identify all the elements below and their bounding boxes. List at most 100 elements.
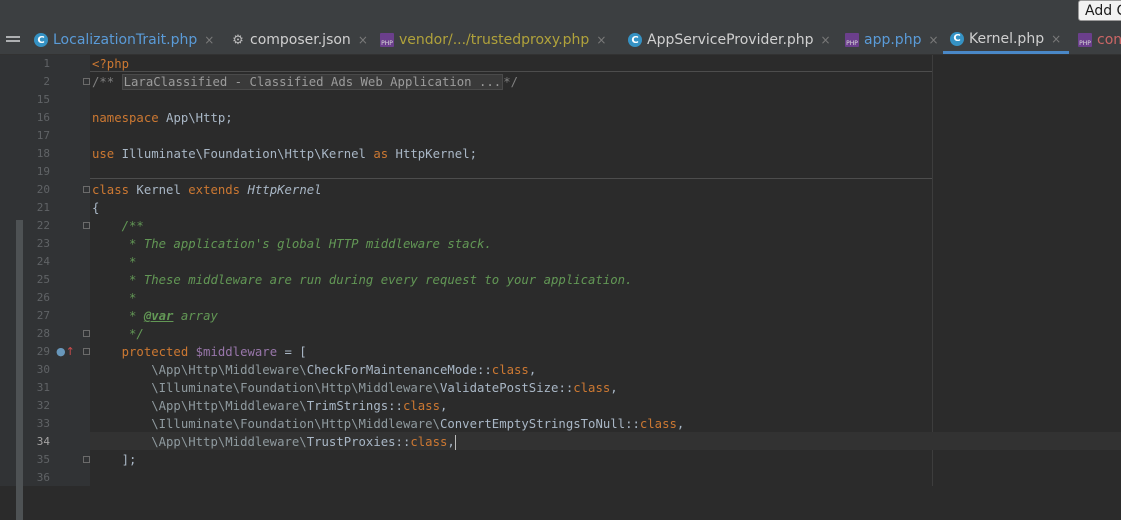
code-token: class: [639, 417, 677, 431]
code-token: \App\Http\Middleware\: [92, 363, 307, 377]
overrides-method-icon[interactable]: ●↑: [56, 345, 75, 358]
tab-con[interactable]: PHP con: [1078, 26, 1121, 54]
json-icon: ⚙: [232, 32, 244, 48]
code-token: class: [573, 381, 611, 395]
close-tab-icon[interactable]: ×: [928, 33, 938, 47]
fold-marker-icon[interactable]: [83, 78, 90, 85]
fold-marker-icon[interactable]: [83, 348, 90, 355]
code-line: ];: [92, 451, 137, 469]
line-number: 29: [36, 345, 50, 358]
code-line: *: [92, 289, 136, 307]
editor-tab-bar: C LocalizationTrait.php × ⚙ composer.jso…: [0, 26, 1121, 55]
code-token: */: [503, 75, 519, 89]
tab-label: con: [1097, 32, 1121, 48]
fold-marker-icon[interactable]: [83, 186, 90, 193]
code-line: \App\Http\Middleware\TrustProxies::class…: [92, 433, 456, 451]
code-line: <?php: [92, 55, 129, 73]
line-number: 23: [36, 237, 50, 250]
tab-label: LocalizationTrait.php: [53, 32, 198, 48]
tab-appserviceprovider[interactable]: C AppServiceProvider.php ×: [628, 26, 831, 54]
code-token: {: [92, 201, 100, 215]
code-line: class Kernel extends HttpKernel: [92, 181, 322, 199]
code-token: ,: [439, 399, 448, 413]
line-number: 28: [36, 327, 50, 340]
code-token: <?php: [92, 57, 130, 71]
code-token: class: [402, 399, 440, 413]
close-tab-icon[interactable]: ×: [596, 33, 606, 47]
code-token: class: [410, 435, 448, 449]
tab-label: vendor/.../trustedproxy.php: [399, 32, 590, 48]
code-token: ,: [676, 417, 685, 431]
code-token: \Illuminate\Foundation\Http\Middleware\: [92, 381, 440, 395]
code-token: ::: [558, 381, 574, 395]
class-icon: C: [950, 31, 964, 46]
code-token: HttpKernel: [247, 183, 322, 197]
line-number: 25: [36, 273, 50, 286]
tab-localizationtrait[interactable]: C LocalizationTrait.php ×: [34, 26, 214, 54]
code-token: Kernel: [129, 183, 189, 197]
line-number: 30: [36, 363, 50, 376]
line-number: 16: [36, 111, 50, 124]
text-cursor: [454, 435, 456, 450]
code-token: TrustProxies: [306, 435, 396, 449]
code-line: namespace App\Http;: [92, 109, 233, 127]
line-number: 21: [36, 201, 50, 214]
code-token: \Illuminate\Foundation\Http\Middleware\: [92, 417, 440, 431]
php-file-icon: PHP: [1078, 33, 1092, 47]
line-number: 34: [36, 435, 50, 448]
line-number: 17: [36, 129, 50, 142]
line-number: 33: [36, 417, 50, 430]
tab-label: app.php: [864, 32, 922, 48]
code-editor[interactable]: ●↑ 1 <?php 2 /** LaraClassified - Classifie…: [0, 55, 1121, 520]
top-strip: Add C: [0, 0, 1121, 26]
tab-list-menu-icon[interactable]: [6, 36, 20, 44]
close-tab-icon[interactable]: ×: [1051, 32, 1061, 46]
code-line: * These middleware are run during every …: [92, 271, 632, 289]
line-number: 35: [36, 453, 50, 466]
code-token: use: [92, 147, 122, 161]
line-number: 26: [36, 291, 50, 304]
tab-composer-json[interactable]: ⚙ composer.json ×: [231, 26, 368, 54]
code-token: /**: [92, 75, 122, 89]
code-token: as: [373, 147, 389, 161]
code-line: \Illuminate\Foundation\Http\Middleware\C…: [92, 415, 684, 433]
right-margin-guide: [932, 55, 933, 486]
tab-app-php[interactable]: PHP app.php ×: [845, 26, 939, 54]
code-token: TrimStrings: [306, 399, 389, 413]
fold-marker-icon[interactable]: [83, 222, 90, 229]
class-icon: C: [628, 33, 642, 47]
code-token: @var: [143, 309, 174, 323]
code-token: \App\Http\Middleware\: [92, 435, 307, 449]
close-tab-icon[interactable]: ×: [204, 33, 214, 47]
add-button[interactable]: Add C: [1078, 0, 1121, 21]
close-tab-icon[interactable]: ×: [821, 33, 831, 47]
code-token: array: [173, 309, 218, 323]
line-number: 15: [36, 93, 50, 106]
close-tab-icon[interactable]: ×: [358, 33, 368, 47]
fold-marker-icon[interactable]: [83, 330, 90, 337]
code-token: ,: [610, 381, 618, 395]
fold-separator: [90, 178, 932, 179]
tab-label: Kernel.php: [969, 30, 1045, 47]
code-token: ConvertEmptyStringsToNull: [439, 417, 626, 431]
tab-kernel-php[interactable]: C Kernel.php ×: [943, 26, 1070, 54]
code-token: ::: [395, 435, 411, 449]
code-token: LaraClassified - Classified Ads Web Appl…: [121, 74, 504, 90]
code-line: */: [92, 325, 144, 343]
line-number: 2: [43, 75, 50, 88]
line-number: 32: [36, 399, 50, 412]
code-line: *: [92, 253, 136, 271]
code-token: extends: [188, 183, 248, 197]
line-number: 36: [36, 471, 50, 484]
code-token: class: [92, 183, 130, 197]
tab-trustedproxy[interactable]: PHP vendor/.../trustedproxy.php ×: [380, 26, 606, 54]
code-token: /**: [92, 219, 144, 233]
fold-marker-icon[interactable]: [83, 456, 90, 463]
code-token: * These middleware are run during every …: [92, 273, 633, 287]
code-line: * The application's global HTTP middlewa…: [92, 235, 492, 253]
line-number: 1: [43, 57, 50, 70]
code-token: namespace: [92, 111, 167, 125]
code-token: *: [92, 291, 137, 305]
code-token: = [: [277, 345, 307, 359]
code-token: \App\Http\Middleware\: [92, 399, 307, 413]
